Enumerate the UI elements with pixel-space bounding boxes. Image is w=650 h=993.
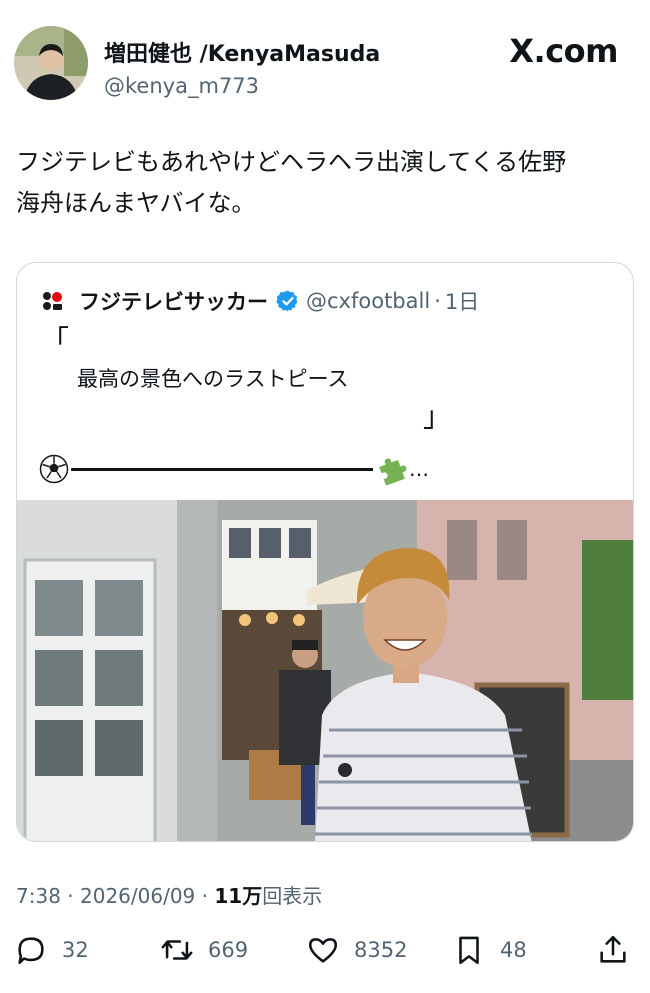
view-count: 11万 — [214, 884, 263, 908]
action-bar: 32 669 8352 48 — [14, 928, 634, 972]
bookmark-button[interactable]: 48 — [452, 928, 527, 972]
tweet-time[interactable]: 7:38 — [16, 884, 61, 908]
retweet-count: 669 — [208, 938, 249, 962]
fuji-tv-logo-icon — [39, 288, 65, 314]
verified-badge-icon — [276, 290, 298, 312]
quoted-handle[interactable]: @cxfootball — [306, 289, 430, 313]
retweet-icon — [161, 940, 193, 960]
quoted-timestamp[interactable]: 1日 — [445, 286, 479, 316]
quoted-tweet-text: 「 最高の景色へのラストピース 」 — [41, 323, 621, 435]
quoted-emoji-line: … — [39, 449, 429, 489]
bracket-open: 「 — [41, 324, 70, 357]
bookmark-icon — [459, 936, 479, 965]
horizontal-line — [71, 467, 373, 471]
quoted-text-line: 最高の景色へのラストピース — [77, 367, 349, 391]
bookmark-count: 48 — [500, 938, 527, 962]
quoted-tweet-card[interactable]: フジテレビサッカー @cxfootball · 1日 「 最高の景色へのラストピ… — [16, 262, 634, 842]
quoted-display-name[interactable]: フジテレビサッカー — [79, 286, 268, 316]
text-ellipsis: … — [409, 457, 429, 481]
share-button[interactable] — [596, 928, 630, 972]
bracket-close: 」 — [423, 400, 452, 433]
author-block: 増田健也 /KenyaMasuda @kenya_m773 — [104, 36, 380, 98]
quoted-tweet-header: フジテレビサッカー @cxfootball · 1日 — [39, 287, 479, 315]
author-handle[interactable]: @kenya_m773 — [104, 74, 380, 98]
puzzle-piece-icon — [379, 458, 407, 485]
bracket-row-bottom: 」 — [41, 399, 621, 435]
avatar[interactable] — [14, 26, 88, 100]
bracket-row-top: 「 — [41, 323, 621, 359]
soccer-ball-icon — [39, 454, 69, 484]
reply-icon — [18, 937, 44, 965]
reply-button[interactable]: 32 — [14, 928, 89, 972]
author-display-name[interactable]: 増田健也 /KenyaMasuda — [104, 36, 380, 68]
like-count: 8352 — [354, 938, 408, 962]
x-com-logo: X.com — [509, 32, 618, 70]
retweet-button[interactable]: 669 — [160, 928, 248, 972]
like-button[interactable]: 8352 — [306, 928, 407, 972]
tweet-text-line-2: 海舟ほんまヤバイな。 — [16, 189, 256, 217]
share-icon — [600, 935, 626, 963]
meta-separator: · — [60, 884, 80, 908]
reply-count: 32 — [62, 938, 89, 962]
tweet-text-line-1: フジテレビもあれやけどヘラヘラ出演してくる佐野 — [16, 148, 567, 176]
quoted-photo[interactable] — [17, 500, 633, 841]
tweet-text: フジテレビもあれやけどヘラヘラ出演してくる佐野 海舟ほんまヤバイな。 — [16, 142, 632, 224]
tweet-meta: 7:38 · 2026/06/09 · 11万回表示 — [16, 880, 322, 909]
meta-separator-2: · — [195, 884, 215, 908]
tweet-header: 増田健也 /KenyaMasuda @kenya_m773 X.com — [14, 26, 636, 106]
heart-icon — [308, 938, 338, 963]
view-label: 回表示 — [262, 884, 323, 908]
quoted-separator: · — [434, 289, 441, 313]
tweet-date[interactable]: 2026/06/09 — [80, 884, 195, 908]
